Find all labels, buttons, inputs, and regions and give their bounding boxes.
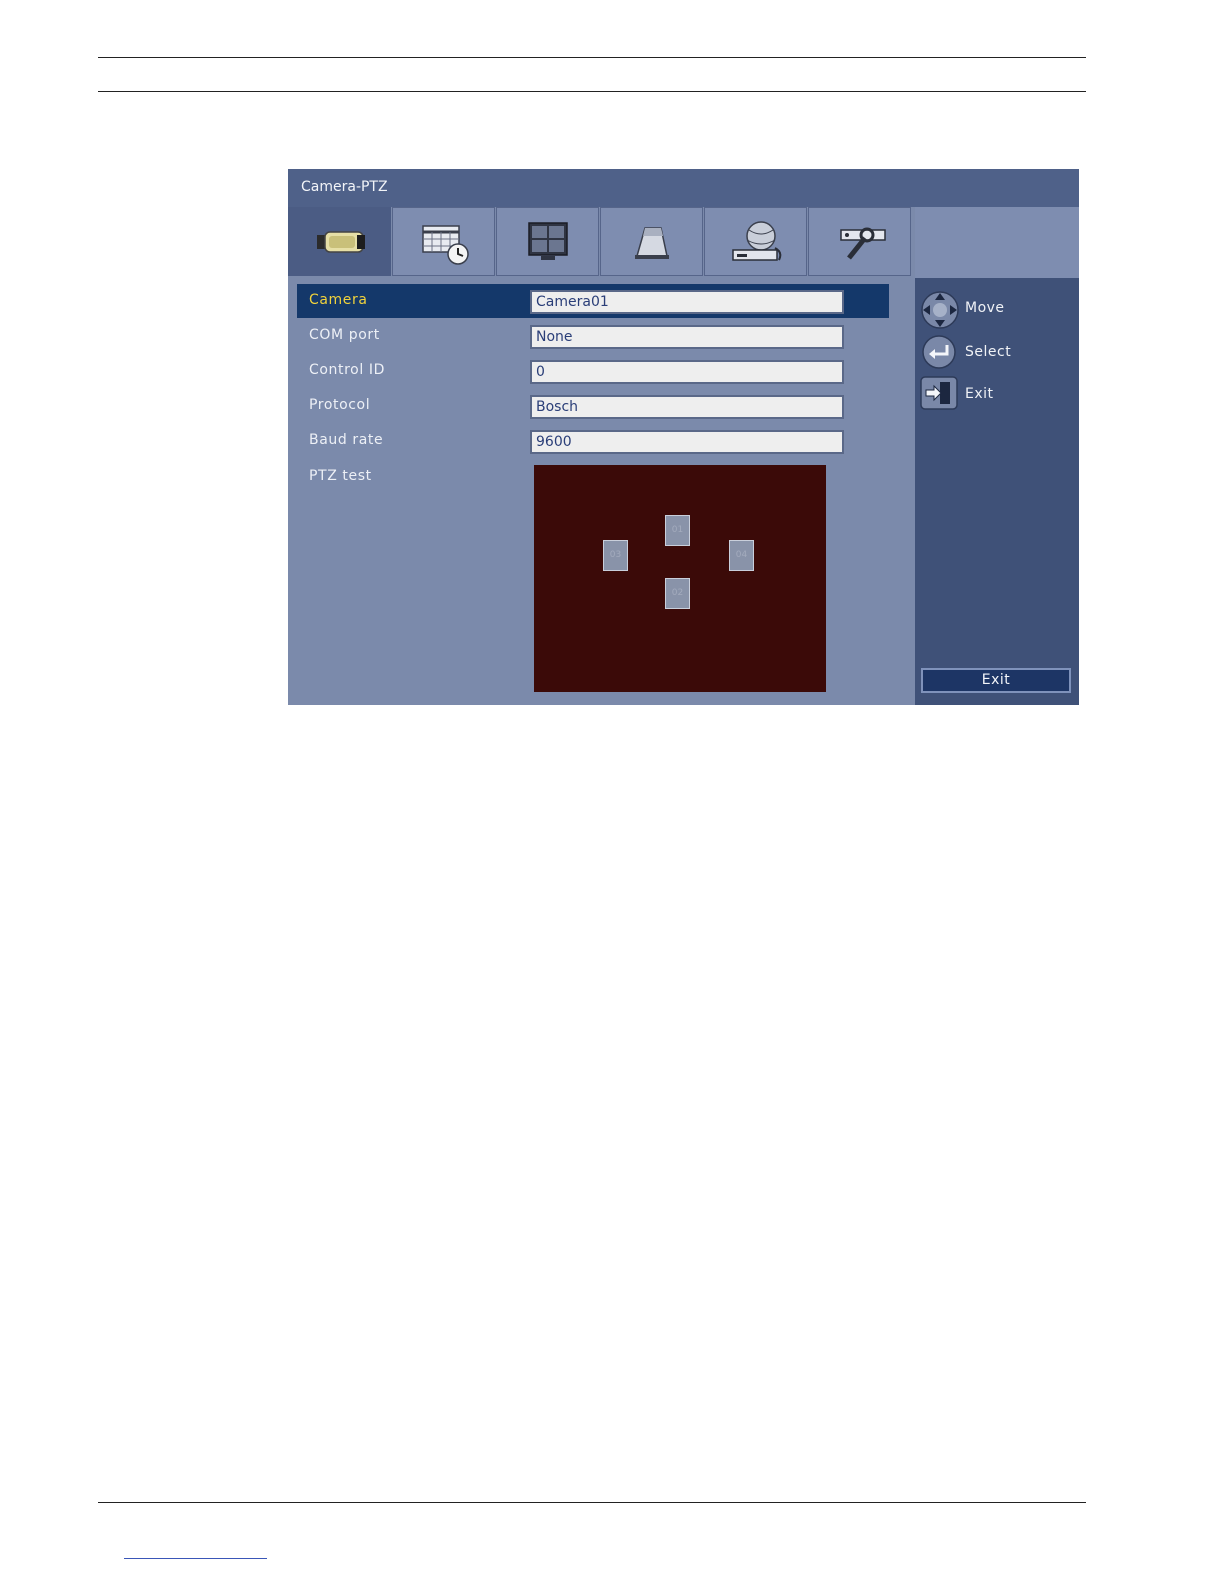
enter-icon — [922, 335, 956, 369]
camera-ptz-window: Camera-PTZ Camera Camera01 COM port None… — [288, 169, 1079, 705]
tools-icon — [840, 227, 886, 260]
com-port-row[interactable]: COM port None — [297, 319, 889, 353]
tab-camera[interactable] — [288, 207, 391, 276]
window-title: Camera-PTZ — [301, 179, 388, 195]
schedule-icon — [422, 225, 469, 265]
help-move: Move — [920, 290, 1070, 329]
header-rule-bottom — [98, 91, 1086, 92]
network-icon — [732, 221, 782, 261]
protocol-label: Protocol — [309, 397, 371, 413]
protocol-field[interactable]: Bosch — [530, 395, 844, 419]
baud-rate-row[interactable]: Baud rate 9600 — [297, 424, 889, 458]
camera-row[interactable]: Camera Camera01 — [297, 284, 889, 318]
header-rule-top — [98, 57, 1086, 58]
ptz-down-button[interactable]: 02 — [665, 578, 690, 609]
tab-bar — [288, 207, 915, 278]
ptz-right-button[interactable]: 04 — [729, 540, 754, 571]
ptz-test-pad: 01 03 04 02 — [534, 465, 826, 692]
help-select-label: Select — [965, 344, 1012, 360]
baud-rate-label: Baud rate — [309, 432, 384, 448]
footer-rule — [98, 1502, 1086, 1503]
help-move-label: Move — [965, 300, 1005, 316]
exit-button[interactable]: Exit — [921, 668, 1071, 693]
dpad-icon — [921, 291, 959, 329]
control-id-label: Control ID — [309, 362, 385, 378]
ptz-up-button[interactable]: 01 — [665, 515, 690, 546]
help-exit: Exit — [920, 376, 1070, 412]
alarm-icon — [635, 227, 669, 259]
control-id-row[interactable]: Control ID 0 — [297, 354, 889, 388]
footer-link-underline — [124, 1558, 267, 1559]
tab-alarm[interactable] — [600, 207, 703, 276]
tab-bar-filler — [915, 207, 1079, 278]
ptz-left-button[interactable]: 03 — [603, 540, 628, 571]
tab-network[interactable] — [704, 207, 807, 276]
tab-tools[interactable] — [808, 207, 911, 276]
help-panel: Move Select Exit Exit — [915, 278, 1079, 705]
com-port-label: COM port — [309, 327, 380, 343]
exit-door-icon — [920, 376, 958, 410]
protocol-row[interactable]: Protocol Bosch — [297, 389, 889, 423]
baud-rate-field[interactable]: 9600 — [530, 430, 844, 454]
title-bar: Camera-PTZ — [288, 169, 1079, 207]
tab-schedule[interactable] — [392, 207, 495, 276]
camera-icon — [317, 231, 365, 253]
ptz-test-label: PTZ test — [309, 468, 372, 484]
help-select: Select — [920, 334, 1070, 370]
control-id-field[interactable]: 0 — [530, 360, 844, 384]
camera-label: Camera — [309, 292, 368, 308]
help-exit-label: Exit — [965, 386, 994, 402]
monitor-layout-icon — [528, 222, 568, 260]
camera-field[interactable]: Camera01 — [530, 290, 844, 314]
com-port-field[interactable]: None — [530, 325, 844, 349]
tab-monitor[interactable] — [496, 207, 599, 276]
